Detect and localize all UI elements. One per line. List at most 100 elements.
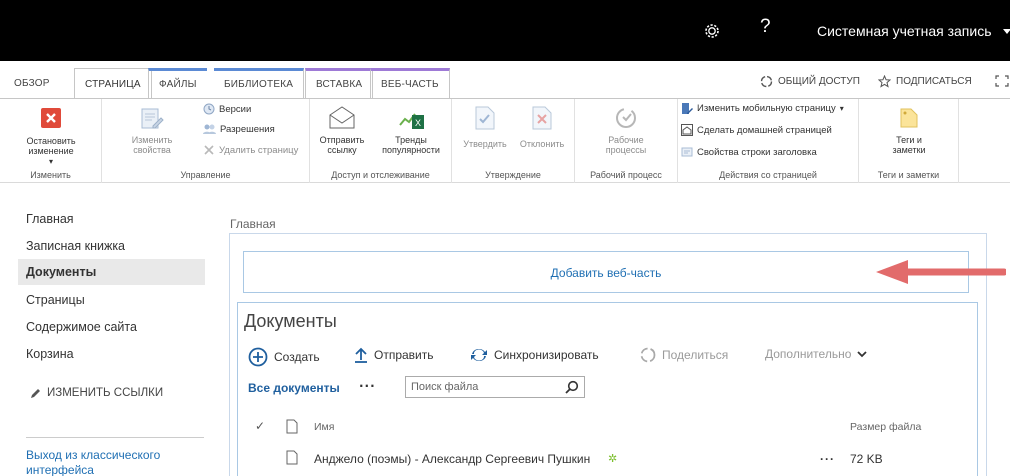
group-workflow: Рабочие процессы Рабочий процесс xyxy=(575,99,678,183)
edit-properties-label-1: Изменить xyxy=(131,135,173,145)
nav-item-documents[interactable]: Документы xyxy=(18,259,205,285)
stop-icon xyxy=(41,108,61,128)
nav-item-notebook[interactable]: Записная книжка xyxy=(26,239,125,253)
permissions-button[interactable]: Разрешения xyxy=(203,123,275,135)
mobile-edit-icon xyxy=(682,103,693,114)
user-menu[interactable]: Системная учетная запись xyxy=(817,23,992,39)
new-item-icon: ✲ xyxy=(608,453,618,465)
edit-mobile-label: Изменить мобильную страницу xyxy=(697,103,836,114)
follow-button[interactable]: ПОДПИСАТЬСЯ xyxy=(878,75,972,88)
svg-text:X: X xyxy=(415,118,421,128)
more-button[interactable]: Дополнительно xyxy=(765,347,868,361)
search-input[interactable]: Поиск файла xyxy=(405,376,585,398)
group-share: Отправить ссылку X Тренды популярности Д… xyxy=(310,99,452,183)
document-name-link[interactable]: Анджело (поэмы) - Александр Сергеевич Пу… xyxy=(314,452,590,466)
versions-label: Версии xyxy=(219,103,252,115)
exit-classic-link[interactable]: Выход из классического интерфейса xyxy=(26,448,196,476)
edit-links-label: ИЗМЕНИТЬ ССЫЛКИ xyxy=(47,387,164,399)
group-workflow-label: Рабочий процесс xyxy=(590,170,662,180)
users-icon xyxy=(203,124,216,134)
file-type-icon xyxy=(286,419,298,434)
nav-item-site-contents[interactable]: Содержимое сайта xyxy=(26,320,137,334)
nav-item-recycle-bin[interactable]: Корзина xyxy=(26,347,74,361)
file-size-cell: 72 KB xyxy=(850,452,883,466)
popularity-trends-button[interactable]: X Тренды популярности xyxy=(372,105,450,155)
versions-icon xyxy=(203,103,215,115)
workflows-label-2: процессы xyxy=(605,145,647,155)
create-label: Создать xyxy=(274,350,320,364)
add-webpart-button[interactable]: Добавить веб-часть xyxy=(243,251,969,293)
delete-page-label: Удалить страницу xyxy=(219,144,299,156)
reject-label: Отклонить xyxy=(519,139,565,149)
group-approve-label: Утверждение xyxy=(485,170,541,180)
select-all-checkmark-icon[interactable]: ✓ xyxy=(255,419,265,433)
tags-label-1: Теги и xyxy=(896,135,922,145)
tab-files[interactable]: ФАЙЛЫ xyxy=(148,68,207,99)
edit-properties-label-2: свойства xyxy=(133,145,171,155)
ribbon: Остановить изменение ▾ Изменить Изменить… xyxy=(0,98,1010,183)
upload-icon xyxy=(355,347,367,363)
suite-bar: ? Системная учетная запись xyxy=(0,0,1010,61)
tab-webpart[interactable]: ВЕБ-ЧАСТЬ xyxy=(370,68,450,99)
pencil-icon xyxy=(31,388,40,398)
column-name[interactable]: Имя xyxy=(314,421,334,433)
sync-button[interactable]: Синхронизировать xyxy=(470,347,599,363)
delete-icon xyxy=(204,145,214,155)
group-edit: Остановить изменение ▾ Изменить xyxy=(0,99,102,183)
upload-button[interactable]: Отправить xyxy=(354,347,434,363)
versions-button[interactable]: Версии xyxy=(203,103,251,115)
nav-item-pages[interactable]: Страницы xyxy=(26,293,85,307)
view-more-button[interactable]: ··· xyxy=(359,379,376,393)
delete-page-button[interactable]: Удалить страницу xyxy=(203,144,298,156)
reject-button[interactable]: Отклонить xyxy=(514,105,570,149)
edit-properties-button[interactable]: Изменить свойства xyxy=(126,105,178,155)
tab-insert[interactable]: ВСТАВКА xyxy=(305,68,374,99)
group-tags-label: Теги и заметки xyxy=(877,170,940,180)
title-properties-icon xyxy=(681,147,693,157)
workflow-icon xyxy=(616,108,636,128)
share-doc-button[interactable]: Поделиться xyxy=(640,347,728,363)
tab-overview[interactable]: ОБЗОР xyxy=(4,68,60,99)
gear-icon[interactable] xyxy=(703,22,721,40)
group-page-actions-label: Действия со страницей xyxy=(719,170,817,180)
trends-label-2: популярности xyxy=(382,145,440,155)
make-homepage-button[interactable]: Сделать домашней страницей xyxy=(681,124,832,136)
share-doc-label: Поделиться xyxy=(662,348,729,362)
plus-circle-icon xyxy=(248,347,268,367)
documents-webpart xyxy=(237,302,978,476)
edit-links-button[interactable]: ИЗМЕНИТЬ ССЫЛКИ xyxy=(30,387,163,399)
breadcrumb: Главная xyxy=(230,217,276,231)
nav-item-home[interactable]: Главная xyxy=(26,212,74,226)
column-file-size[interactable]: Размер файла xyxy=(850,421,921,433)
focus-icon[interactable] xyxy=(995,75,1009,87)
view-all-documents[interactable]: Все документы xyxy=(248,381,340,395)
search-icon[interactable] xyxy=(565,380,579,394)
item-actions-button[interactable]: ··· xyxy=(820,452,835,466)
title-properties-label: Свойства строки заголовка xyxy=(697,146,817,158)
approve-label: Утвердить xyxy=(463,139,507,149)
tab-page[interactable]: СТРАНИЦА xyxy=(74,68,152,99)
stop-edit-button[interactable]: Остановить изменение ▾ xyxy=(4,105,98,167)
permissions-label: Разрешения xyxy=(220,123,275,135)
workflows-button[interactable]: Рабочие процессы xyxy=(593,105,659,155)
group-manage-label: Управление xyxy=(180,170,231,180)
share-button[interactable]: ОБЩИЙ ДОСТУП xyxy=(760,75,860,88)
approve-button[interactable]: Утвердить xyxy=(456,105,514,149)
send-link-label-1: Отправить xyxy=(319,135,365,145)
title-bar-properties-button[interactable]: Свойства строки заголовка xyxy=(681,146,817,158)
upload-label: Отправить xyxy=(374,348,434,362)
edit-mobile-page-button[interactable]: Изменить мобильную страницу ▾ xyxy=(681,102,844,115)
share-label: ОБЩИЙ ДОСТУП xyxy=(778,76,860,87)
tags-notes-button[interactable]: Теги и заметки xyxy=(871,105,947,155)
group-page-actions: Изменить мобильную страницу ▾ Сделать до… xyxy=(678,99,859,183)
home-icon xyxy=(681,124,693,136)
send-link-label-2: ссылку xyxy=(327,145,357,155)
approve-icon xyxy=(475,106,495,130)
tab-library[interactable]: БИБЛИОТЕКА xyxy=(214,68,305,99)
create-button[interactable]: Создать xyxy=(248,347,320,367)
ribbon-tabs: ОБЗОР СТРАНИЦА ФАЙЛЫ БИБЛИОТЕКА ВСТАВКА … xyxy=(0,61,1010,99)
help-icon[interactable]: ? xyxy=(760,16,771,38)
send-link-button[interactable]: Отправить ссылку xyxy=(314,105,370,155)
documents-title[interactable]: Документы xyxy=(244,311,337,332)
chevron-down-icon[interactable] xyxy=(1003,29,1010,34)
